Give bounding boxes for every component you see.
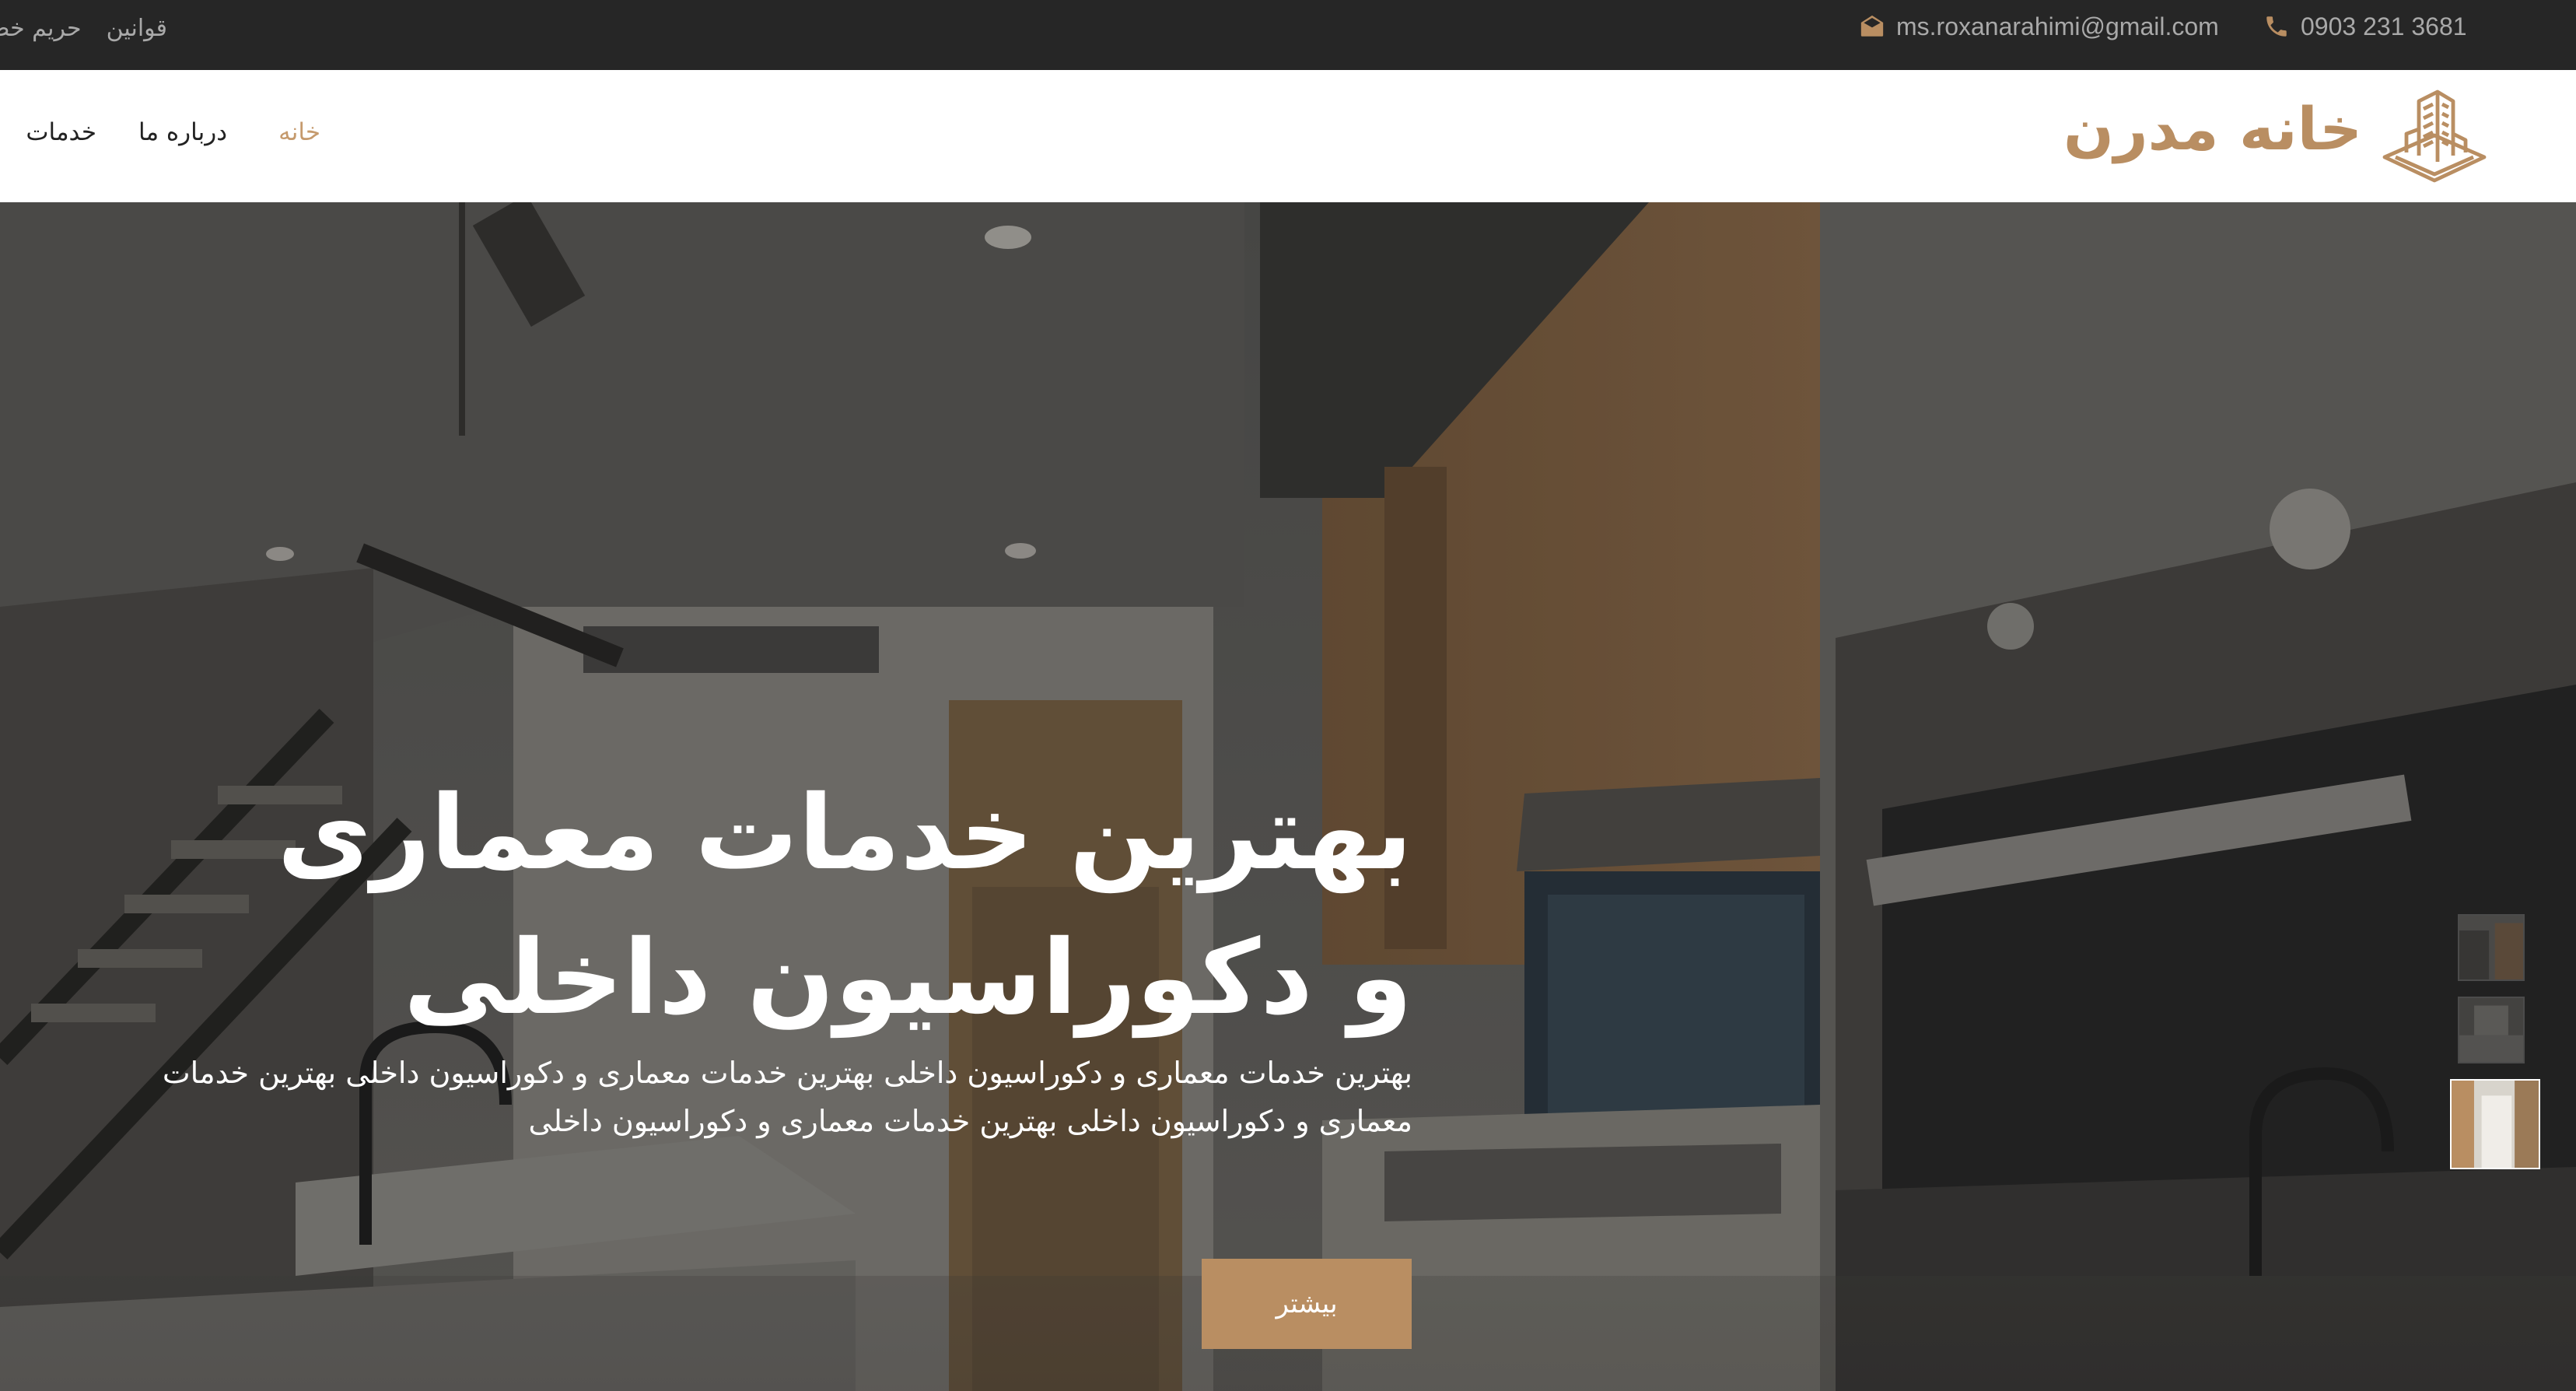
nav-home[interactable]: خانه	[278, 118, 320, 146]
building-icon	[2382, 89, 2487, 183]
top-bar: 0903 231 3681 ms.roxanarahimi@gmail.com …	[0, 0, 2576, 70]
privacy-link[interactable]: حریم خصوصی	[0, 15, 82, 42]
phone-icon	[2266, 16, 2287, 37]
hero-title: بهترین خدمات معماری و دکوراسیون داخلی	[277, 773, 1412, 1038]
slide-thumbnail[interactable]	[2458, 914, 2525, 981]
phone-contact[interactable]: 0903 231 3681	[2263, 0, 2467, 53]
more-button[interactable]: بیشتر	[1202, 1259, 1412, 1349]
email-contact[interactable]: ms.roxanarahimi@gmail.com	[1859, 0, 2219, 53]
slide-thumbnail[interactable]	[2458, 997, 2525, 1063]
hero-description: بهترین خدمات معماری و دکوراسیون داخلی به…	[162, 1056, 1412, 1138]
nav-services[interactable]: خدمات	[26, 118, 96, 146]
nav-about[interactable]: درباره ما	[138, 118, 227, 146]
slide-thumbnail-active[interactable]	[2450, 1079, 2540, 1169]
main-nav: خانه درباره ما خدمات	[0, 70, 327, 202]
top-links: قوانین حریم خصوصی	[0, 0, 167, 56]
site-header: خانه مدرن خانه درباره ما خدمات	[0, 70, 2576, 202]
email-address: ms.roxanarahimi@gmail.com	[1896, 12, 2219, 40]
logo-text[interactable]: خانه مدرن	[2063, 100, 2362, 159]
page: 0903 231 3681 ms.roxanarahimi@gmail.com …	[0, 0, 2576, 1391]
terms-link[interactable]: قوانین	[107, 15, 167, 42]
hero-slider: بهترین خدمات معماری و دکوراسیون داخلی به…	[0, 202, 2576, 1391]
envelope-icon	[1860, 15, 1884, 37]
phone-number: 0903 231 3681	[2301, 12, 2467, 40]
